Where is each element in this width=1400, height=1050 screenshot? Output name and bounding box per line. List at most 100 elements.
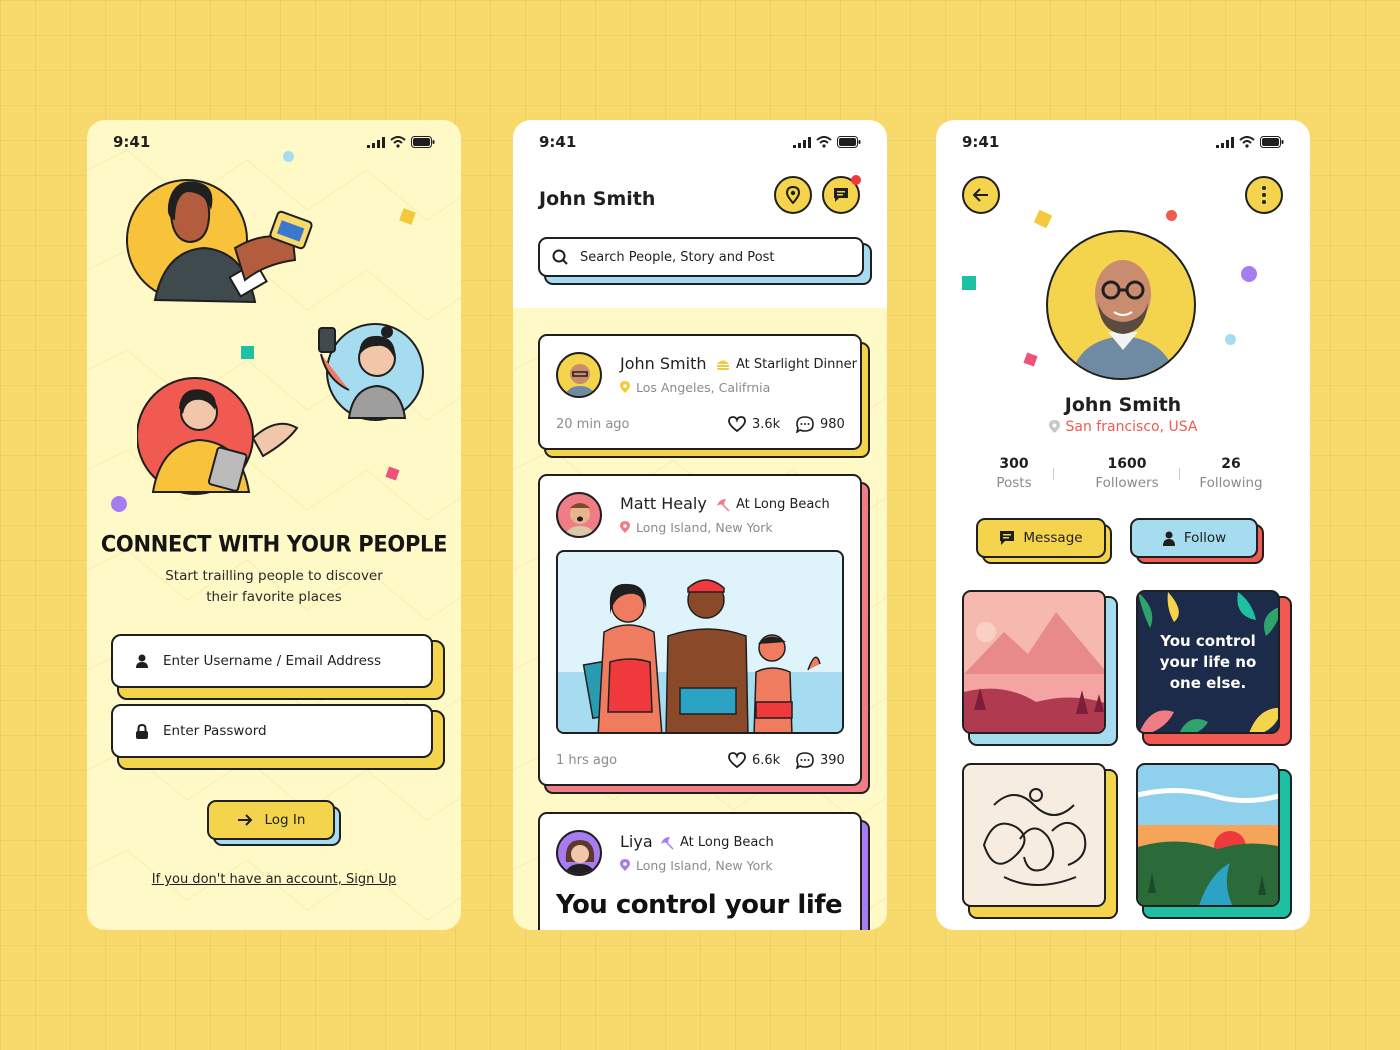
confetti-dot-purple bbox=[111, 496, 127, 512]
search-icon bbox=[552, 249, 568, 265]
chat-button[interactable] bbox=[822, 175, 861, 214]
heart-icon bbox=[728, 752, 746, 768]
profile-avatar[interactable] bbox=[1046, 230, 1196, 380]
back-arrow-icon bbox=[973, 188, 988, 202]
person-icon bbox=[1162, 531, 1175, 546]
chat-icon bbox=[834, 188, 848, 202]
mountain-lake-illustration bbox=[964, 612, 1104, 732]
girl-with-phone-illustration bbox=[318, 323, 424, 421]
username-placeholder: Enter Username / Email Address bbox=[163, 653, 381, 669]
post-location: Long Island, New York bbox=[620, 520, 773, 535]
tile-image: You control your life no one else. bbox=[1136, 590, 1280, 734]
confetti-dot-purple bbox=[1241, 266, 1257, 282]
signal-icon bbox=[367, 136, 385, 148]
chat-notification-dot bbox=[851, 175, 861, 185]
arrow-right-icon bbox=[237, 814, 252, 826]
tile-image bbox=[1136, 763, 1280, 907]
umbrella-icon bbox=[717, 498, 730, 512]
tile-quote-text: You control your life no one else. bbox=[1159, 631, 1257, 692]
feed-screen: 9:41 John Smith Search People, Story and… bbox=[513, 120, 887, 930]
confetti-square-pink bbox=[1023, 352, 1038, 367]
message-button-wrapper: Message bbox=[976, 518, 1112, 564]
avatar-face bbox=[564, 364, 596, 396]
profile-photo bbox=[1070, 260, 1176, 378]
post-time: 1 hrs ago bbox=[556, 753, 618, 768]
status-time: 9:41 bbox=[539, 133, 577, 151]
comment-stat[interactable]: 980 bbox=[796, 416, 845, 433]
post-place-label: At Starlight Dinner bbox=[736, 357, 857, 372]
password-field[interactable]: Enter Password bbox=[111, 704, 433, 758]
post-location-label: Los Angeles, Califrnia bbox=[636, 380, 771, 395]
like-count: 3.6k bbox=[752, 416, 781, 432]
follow-button[interactable]: Follow bbox=[1130, 518, 1258, 558]
like-stat[interactable]: 3.6k bbox=[728, 416, 780, 432]
confetti-square-teal bbox=[962, 276, 976, 290]
following-label: Following bbox=[1199, 475, 1263, 491]
back-button[interactable] bbox=[962, 176, 1000, 214]
status-icons bbox=[1216, 136, 1284, 148]
username-field-wrapper: Enter Username / Email Address bbox=[111, 634, 445, 700]
status-time: 9:41 bbox=[962, 133, 1000, 151]
gallery-tile-coffee[interactable] bbox=[962, 763, 1118, 919]
tile-image bbox=[962, 590, 1106, 734]
coffee-lettering-illustration bbox=[982, 788, 1087, 886]
post-card-3[interactable]: Liya At Long Beach Long Island, New York… bbox=[538, 812, 870, 930]
sunset-river-illustration bbox=[1138, 765, 1278, 905]
gallery-tile-mountains[interactable] bbox=[962, 590, 1118, 746]
location-pin-icon bbox=[620, 381, 630, 393]
status-bar: 9:41 bbox=[539, 132, 861, 152]
wifi-icon bbox=[390, 136, 406, 148]
gallery-tile-quote[interactable]: You control your life no one else. bbox=[1136, 590, 1292, 746]
followers-label: Followers bbox=[1095, 475, 1159, 491]
following-count: 26 bbox=[1221, 456, 1241, 472]
like-stat[interactable]: 6.6k bbox=[728, 752, 780, 768]
login-button-wrapper: Log In bbox=[207, 800, 341, 846]
comment-count: 390 bbox=[820, 753, 845, 768]
more-options-button[interactable] bbox=[1245, 176, 1283, 214]
post-card: Liya At Long Beach Long Island, New York… bbox=[538, 812, 862, 930]
signal-icon bbox=[793, 136, 811, 148]
confetti-square-teal bbox=[241, 346, 254, 359]
follow-button-label: Follow bbox=[1183, 530, 1227, 546]
follow-button-wrapper: Follow bbox=[1130, 518, 1264, 564]
confetti-dot-blue bbox=[283, 151, 294, 162]
following-stat[interactable]: 26 Following bbox=[1176, 456, 1286, 491]
login-screen: 9:41 CONNECT WITH YOUR PEOPLE Start trai… bbox=[87, 120, 461, 930]
comment-stat[interactable]: 390 bbox=[796, 752, 845, 769]
comment-icon bbox=[796, 416, 814, 433]
post-image[interactable] bbox=[556, 550, 844, 734]
wifi-icon bbox=[816, 136, 832, 148]
search-input[interactable]: Search People, Story and Post bbox=[538, 237, 864, 277]
post-card: Matt Healy At Long Beach Long Island, Ne… bbox=[538, 474, 862, 786]
profile-location: San francisco, USA bbox=[936, 419, 1310, 435]
status-time: 9:41 bbox=[113, 133, 151, 151]
profile-screen: 9:41 John Smith San francisco, USA 300 P… bbox=[936, 120, 1310, 930]
login-button[interactable]: Log In bbox=[207, 800, 335, 840]
post-place-label: At Long Beach bbox=[736, 497, 830, 512]
status-bar: 9:41 bbox=[113, 132, 435, 152]
profile-name: John Smith bbox=[1064, 394, 1182, 416]
post-card-2[interactable]: Matt Healy At Long Beach Long Island, Ne… bbox=[538, 474, 870, 794]
battery-icon bbox=[837, 136, 861, 148]
post-author: Matt Healy bbox=[620, 494, 707, 513]
gallery-tile-sunset[interactable] bbox=[1136, 763, 1292, 919]
post-card-1[interactable]: John Smith At Starlight Dinner Los Angel… bbox=[538, 334, 870, 458]
status-icons bbox=[367, 136, 435, 148]
followers-stat[interactable]: 1600 Followers bbox=[1072, 456, 1182, 491]
umbrella-icon bbox=[661, 836, 674, 850]
login-title: CONNECT WITH YOUR PEOPLE bbox=[100, 531, 448, 557]
message-button[interactable]: Message bbox=[976, 518, 1106, 558]
location-button[interactable] bbox=[774, 176, 812, 214]
location-pin-icon bbox=[620, 859, 630, 871]
user-icon bbox=[136, 654, 148, 668]
wifi-icon bbox=[1239, 136, 1255, 148]
login-subtitle: Start trailling people to discover their… bbox=[165, 568, 383, 605]
more-vertical-icon bbox=[1262, 186, 1266, 204]
post-quote: You control your life bbox=[556, 890, 843, 920]
signup-link[interactable]: If you don't have an account, Sign Up bbox=[87, 872, 461, 887]
battery-icon bbox=[411, 136, 435, 148]
location-pin-icon bbox=[620, 521, 630, 533]
lock-icon bbox=[136, 723, 148, 739]
username-field[interactable]: Enter Username / Email Address bbox=[111, 634, 433, 688]
post-place: At Long Beach bbox=[660, 835, 774, 850]
